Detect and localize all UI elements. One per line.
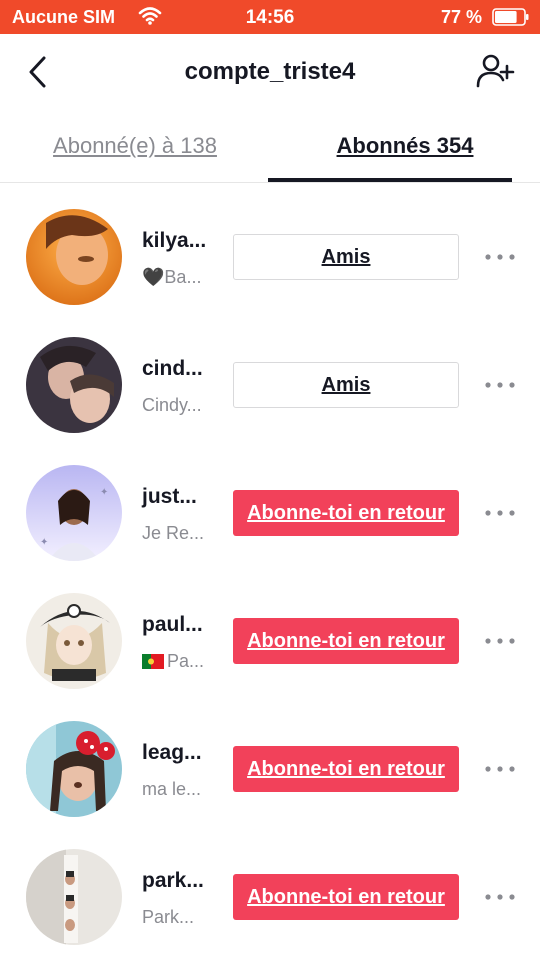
list-item[interactable]: ✦ ✦ just... Je Re... Abonne-toi en retou… xyxy=(0,448,540,576)
list-item[interactable]: kilya... 🖤Ba... Amis xyxy=(0,192,540,320)
avatar[interactable] xyxy=(26,209,122,305)
list-item[interactable]: park... Park... Abonne-toi en retour xyxy=(0,832,540,960)
portugal-flag-icon xyxy=(142,654,164,669)
battery-icon xyxy=(492,8,529,26)
username: paul... xyxy=(142,613,203,636)
username: leag... xyxy=(142,741,202,764)
add-user-icon[interactable] xyxy=(474,52,516,92)
list-item[interactable]: paul... Pa... Abonne-toi en retour xyxy=(0,576,540,704)
svg-text:✦: ✦ xyxy=(40,537,48,548)
username: just... xyxy=(142,485,197,508)
user-bio: ma le... xyxy=(142,779,202,799)
more-dots-icon[interactable] xyxy=(482,629,518,653)
list-item[interactable]: leag... ma le... Abonne-toi en retour xyxy=(0,704,540,832)
friends-button[interactable]: Amis xyxy=(233,362,459,408)
follow-back-button[interactable]: Abonne-toi en retour xyxy=(233,874,459,920)
user-bio: Je Re... xyxy=(142,523,205,543)
tab-bar: Abonné(e) à 138 Abonnés 354 xyxy=(0,110,540,183)
top-header: compte_triste4 xyxy=(0,34,540,110)
avatar[interactable]: ✦ ✦ xyxy=(26,465,122,561)
username: kilya... xyxy=(142,229,207,252)
active-tab-indicator xyxy=(268,178,512,182)
tab-followers[interactable]: Abonnés 354 xyxy=(270,110,540,182)
follow-back-button[interactable]: Abonne-toi en retour xyxy=(233,746,459,792)
status-bar: Aucune SIM 14:56 77 % xyxy=(0,0,540,34)
follow-back-button[interactable]: Abonne-toi en retour xyxy=(233,490,459,536)
username: cind... xyxy=(142,357,203,380)
more-dots-icon[interactable] xyxy=(482,885,518,909)
tab-following[interactable]: Abonné(e) à 138 xyxy=(0,110,270,182)
avatar[interactable] xyxy=(26,593,122,689)
battery-percent: 77 % xyxy=(440,7,482,27)
svg-text:✦: ✦ xyxy=(100,487,108,498)
user-bio: Cindy... xyxy=(142,395,202,415)
avatar[interactable] xyxy=(26,849,122,945)
tab-followers-label: Abonnés 354 xyxy=(336,133,474,158)
follow-back-button[interactable]: Abonne-toi en retour xyxy=(233,618,459,664)
black-heart-icon: 🖤 xyxy=(142,267,165,287)
user-bio: Pa... xyxy=(142,651,204,672)
avatar[interactable] xyxy=(26,721,122,817)
page-title: compte_triste4 xyxy=(184,58,356,85)
username: park... xyxy=(142,869,204,892)
more-dots-icon[interactable] xyxy=(482,373,518,397)
more-dots-icon[interactable] xyxy=(482,245,518,269)
tab-following-label: Abonné(e) à 138 xyxy=(53,133,217,158)
friends-button[interactable]: Amis xyxy=(233,234,459,280)
user-bio: 🖤Ba... xyxy=(142,267,202,287)
list-item[interactable]: cind... Cindy... Amis xyxy=(0,320,540,448)
user-bio: Park... xyxy=(142,907,195,927)
more-dots-icon[interactable] xyxy=(482,501,518,525)
more-dots-icon[interactable] xyxy=(482,757,518,781)
avatar[interactable] xyxy=(26,337,122,433)
